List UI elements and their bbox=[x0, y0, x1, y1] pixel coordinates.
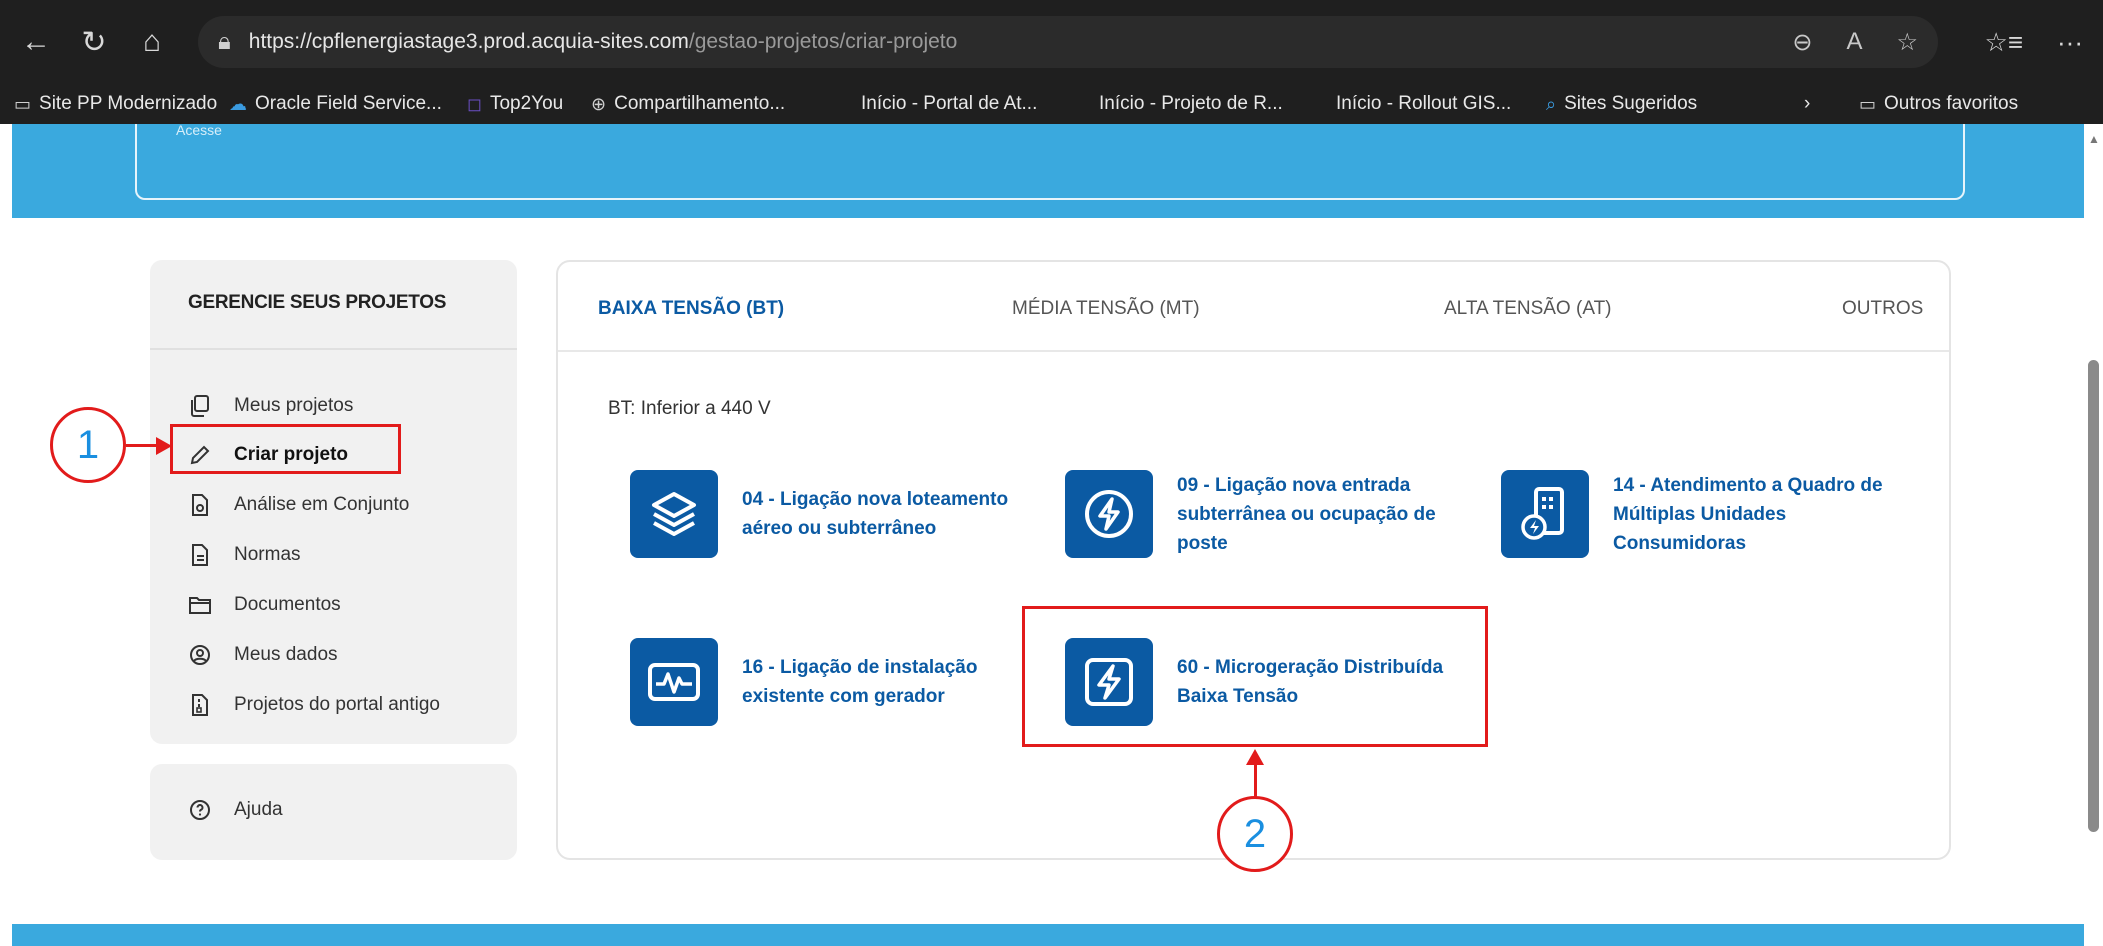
help-link[interactable]: Ajuda bbox=[188, 798, 283, 822]
help-icon bbox=[188, 798, 212, 822]
bookmark-portal-at[interactable]: Início - Portal de At... bbox=[861, 93, 1099, 115]
nav-bar: ← ↻ ⌂ 🔒︎ https://cpflenergiastage3.prod.… bbox=[0, 0, 2103, 84]
option-14[interactable]: 14 - Atendimento a Quadro de Múltiplas U… bbox=[1501, 470, 1883, 558]
tab-baixa-tensao[interactable]: BAIXA TENSÃO (BT) bbox=[598, 298, 784, 320]
sidebar-item-label: Projetos do portal antigo bbox=[234, 694, 440, 715]
bookmark-rollout-gis[interactable]: Início - Rollout GIS... bbox=[1336, 93, 1546, 115]
lock-icon[interactable]: 🔒︎ bbox=[218, 28, 231, 56]
layers-icon bbox=[630, 470, 718, 558]
bookmark-compartilhamento[interactable]: ⊕ Compartilhamento... bbox=[591, 93, 861, 115]
hero-banner: Acesse bbox=[12, 124, 2084, 218]
divider bbox=[150, 348, 517, 350]
option-label: 16 - Ligação de instalação existente com… bbox=[742, 657, 978, 707]
url-text[interactable]: https://cpflenergiastage3.prod.acquia-si… bbox=[249, 30, 958, 54]
browser-toolbar: ← ↻ ⌂ 🔒︎ https://cpflenergiastage3.prod.… bbox=[0, 0, 2103, 84]
option-label: 14 - Atendimento a Quadro de Múltiplas U… bbox=[1613, 474, 1883, 554]
hero-box bbox=[135, 124, 1965, 200]
bookmark-site-pp[interactable]: ▭ Site PP Modernizado bbox=[14, 93, 229, 115]
bookmark-projeto-r[interactable]: Início - Projeto de R... bbox=[1099, 93, 1336, 115]
page: Acesse GERENCIE SEUS PROJETOS Meus proje… bbox=[12, 124, 2084, 946]
option-label: 04 - Ligação nova loteamento aéreo ou su… bbox=[742, 489, 1009, 539]
document-icon bbox=[188, 543, 212, 567]
bookmark-top2you[interactable]: ◻ Top2You bbox=[467, 93, 591, 115]
page-scrollbar[interactable]: ▲ bbox=[2084, 124, 2103, 946]
hero-text: Acesse bbox=[176, 124, 222, 138]
scrollbar-thumb[interactable] bbox=[2088, 360, 2099, 832]
footer-band bbox=[12, 924, 2084, 946]
sidebar-item-normas[interactable]: Normas bbox=[188, 543, 301, 567]
annotation-step-2: 2 bbox=[1217, 796, 1293, 872]
option-16[interactable]: 16 - Ligação de instalação existente com… bbox=[630, 638, 1012, 726]
sidebar-item-label: Documentos bbox=[234, 594, 341, 615]
bookmark-oracle[interactable]: ☁ Oracle Field Service... bbox=[229, 93, 467, 115]
chat-icon: ◻ bbox=[467, 93, 482, 114]
annotation-step-1: 1 bbox=[50, 407, 126, 483]
search-icon: ⌕ bbox=[1546, 93, 1557, 114]
tab-alta-tensao[interactable]: ALTA TENSÃO (AT) bbox=[1444, 298, 1612, 320]
folder-icon bbox=[188, 593, 212, 617]
tension-tabs: BAIXA TENSÃO (BT) MÉDIA TENSÃO (MT) ALTA… bbox=[558, 262, 1949, 352]
scroll-up-icon[interactable]: ▲ bbox=[2088, 132, 2100, 146]
more-menu-icon[interactable]: ··· bbox=[2057, 27, 2083, 58]
sidebar-item-label: Análise em Conjunto bbox=[234, 494, 410, 515]
sidebar-item-label: Normas bbox=[234, 544, 301, 565]
user-circle-icon bbox=[188, 643, 212, 667]
waveform-icon bbox=[630, 638, 718, 726]
bookmark-sites-sugeridos[interactable]: ⌕ Sites Sugeridos bbox=[1546, 93, 1804, 115]
favorite-star-icon[interactable]: ☆ bbox=[1896, 28, 1918, 57]
annotation-arrowhead-2 bbox=[1246, 749, 1264, 765]
sidebar-item-label: Meus projetos bbox=[234, 395, 354, 416]
back-icon[interactable]: ← bbox=[12, 18, 60, 66]
file-share-icon bbox=[188, 493, 212, 517]
annotation-arrow-2 bbox=[1254, 760, 1257, 798]
sidebar-item-label: Meus dados bbox=[234, 644, 338, 665]
read-aloud-icon[interactable]: A bbox=[1846, 28, 1862, 57]
sidebar-item-analise-em-conjunto[interactable]: Análise em Conjunto bbox=[188, 493, 409, 517]
folder-icon: ▭ bbox=[14, 93, 32, 114]
annotation-box-criar-projeto bbox=[170, 424, 401, 474]
sidebar-title: GERENCIE SEUS PROJETOS bbox=[188, 292, 447, 313]
favorites-list-icon[interactable]: ☆≡ bbox=[1985, 27, 2023, 58]
refresh-icon[interactable]: ↻ bbox=[70, 18, 118, 66]
sidebar-item-projetos-portal-antigo[interactable]: Projetos do portal antigo bbox=[188, 693, 440, 717]
tab-media-tensao[interactable]: MÉDIA TENSÃO (MT) bbox=[1012, 298, 1200, 320]
help-label: Ajuda bbox=[234, 799, 283, 820]
file-archive-icon bbox=[188, 693, 212, 717]
option-09[interactable]: 09 - Ligação nova entrada subterrânea ou… bbox=[1065, 470, 1447, 558]
sidebar-item-meus-dados[interactable]: Meus dados bbox=[188, 643, 338, 667]
address-bar[interactable]: 🔒︎ https://cpflenergiastage3.prod.acquia… bbox=[198, 16, 1938, 68]
bt-description: BT: Inferior a 440 V bbox=[608, 398, 771, 419]
sidebar-item-documentos[interactable]: Documentos bbox=[188, 593, 341, 617]
home-icon[interactable]: ⌂ bbox=[128, 18, 176, 66]
option-04[interactable]: 04 - Ligação nova loteamento aéreo ou su… bbox=[630, 470, 1012, 558]
tab-outros[interactable]: OUTROS bbox=[1842, 298, 1923, 320]
annotation-box-option-60 bbox=[1022, 606, 1488, 747]
help-panel: Ajuda bbox=[150, 764, 517, 860]
option-label: 09 - Ligação nova entrada subterrânea ou… bbox=[1177, 474, 1436, 554]
sidebar-item-meus-projetos[interactable]: Meus projetos bbox=[188, 394, 353, 418]
bookmarks-bar: ▭ Site PP Modernizado ☁ Oracle Field Servi… bbox=[0, 84, 2103, 124]
globe-icon: ⊕ bbox=[591, 93, 607, 114]
bookmarks-overflow-chevron-icon[interactable]: › bbox=[1804, 93, 1859, 115]
sidebar: GERENCIE SEUS PROJETOS Meus projetos Cri… bbox=[150, 260, 517, 744]
zoom-icon[interactable]: ⊖ bbox=[1792, 28, 1812, 57]
folder-icon: ▭ bbox=[1859, 93, 1877, 114]
annotation-arrowhead-1 bbox=[156, 437, 172, 455]
cloud-icon: ☁ bbox=[229, 93, 247, 114]
other-favorites[interactable]: ▭ Outros favoritos bbox=[1859, 93, 2018, 115]
copy-icon bbox=[188, 394, 212, 418]
building-lightning-icon bbox=[1501, 470, 1589, 558]
lightning-circle-icon bbox=[1065, 470, 1153, 558]
